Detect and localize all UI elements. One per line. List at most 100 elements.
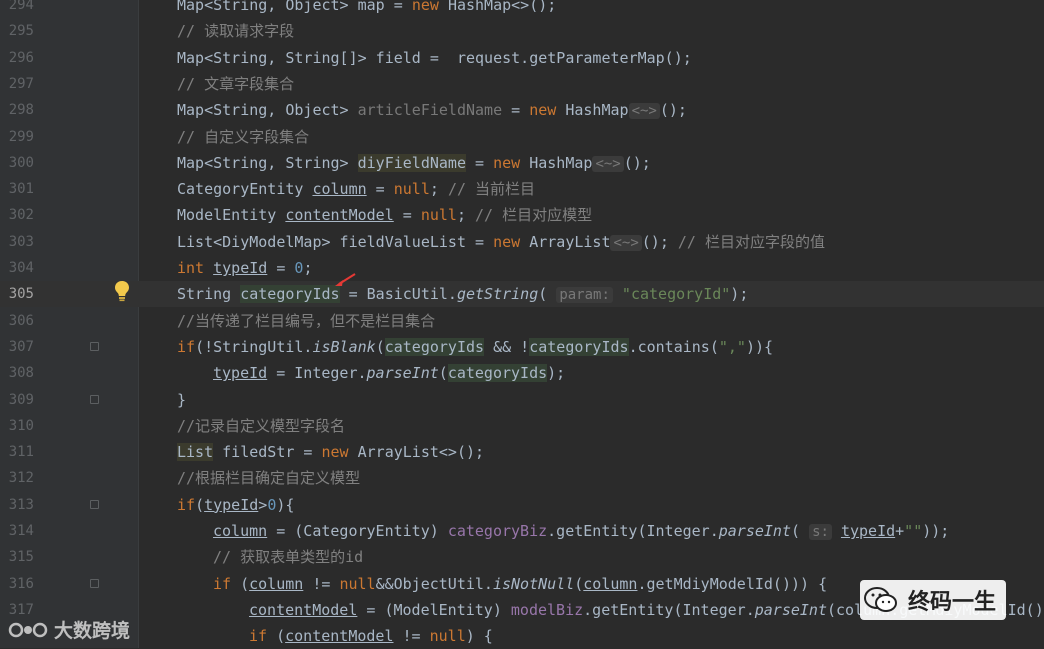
- line-number: 314: [8, 523, 34, 539]
- code-line[interactable]: 315 // 获取表单类型的id: [0, 544, 1044, 570]
- code-text: if (column != null&&ObjectUtil.isNotNull…: [213, 571, 827, 597]
- code-token: List: [177, 443, 214, 462]
- code-token: column: [213, 522, 268, 540]
- fold-marker-icon[interactable]: [90, 341, 99, 351]
- line-number: 297: [8, 75, 34, 92]
- code-text: Map<String, Object> map = new HashMap<>(…: [177, 0, 556, 18]
- code-token: (: [438, 364, 448, 383]
- code-token: .contains(: [628, 337, 719, 356]
- code-token: categoryIds: [240, 285, 340, 304]
- code-token: "categoryId": [612, 285, 731, 304]
- code-token: //根据栏目确定自定义模型: [177, 469, 361, 488]
- code-line[interactable]: 305 String categoryIds = BasicUtil.getStr…: [0, 281, 1044, 308]
- code-line[interactable]: 314 column = (CategoryEntity) categoryBiz…: [0, 518, 1044, 544]
- code-token: contentModel: [285, 627, 394, 646]
- code-text: String categoryIds = BasicUtil.getString…: [177, 281, 748, 308]
- code-token: Map<String, Object> map =: [177, 0, 412, 14]
- code-line[interactable]: 312 //根据栏目确定自定义模型: [0, 465, 1044, 491]
- code-text: // 自定义字段集合: [177, 124, 309, 150]
- code-line[interactable]: 308 typeId = Integer.parseInt(categoryIds…: [0, 360, 1044, 386]
- code-text: Map<String, String> diyFieldName = new H…: [177, 150, 651, 177]
- code-token: if: [177, 495, 196, 514]
- code-line[interactable]: 295 // 读取请求字段: [0, 18, 1044, 44]
- fold-marker-icon[interactable]: [90, 499, 99, 509]
- line-number: 305: [8, 286, 34, 303]
- code-token: //记录自定义模型字段名: [177, 416, 346, 435]
- code-token: Map<String, String[]> field = request.ge…: [177, 48, 692, 67]
- code-token: ));: [922, 522, 950, 540]
- code-token: ();: [641, 232, 678, 251]
- code-line[interactable]: 299 // 自定义字段集合: [0, 124, 1044, 150]
- code-token: column: [583, 574, 638, 593]
- code-line[interactable]: 298 Map<String, Object> articleFieldName …: [0, 97, 1044, 123]
- code-token: &&ObjectUtil.: [375, 574, 493, 593]
- code-token: ;: [429, 180, 448, 199]
- code-token: =: [366, 180, 394, 199]
- line-number: 316: [8, 575, 34, 592]
- fold-marker-icon[interactable]: [90, 578, 99, 588]
- code-token: ;: [303, 259, 322, 277]
- code-line[interactable]: 303 List<DiyModelMap> fieldValueList = ne…: [0, 229, 1044, 255]
- code-line[interactable]: 309}: [0, 387, 1044, 413]
- code-token: contentModel: [249, 600, 358, 619]
- code-token: // 自定义字段集合: [177, 127, 310, 146]
- code-token: HashMap: [565, 101, 629, 120]
- code-token: categoryIds: [447, 364, 548, 383]
- code-token: new: [529, 101, 566, 120]
- code-token: //当传递了栏目编号，但不是栏目集合: [177, 311, 436, 330]
- code-line[interactable]: 302 ModelEntity contentModel = null; // 栏…: [0, 202, 1044, 228]
- code-token: int: [177, 259, 214, 277]
- code-token: <~>: [628, 103, 660, 120]
- code-token: null: [429, 627, 466, 646]
- code-token: ();: [623, 153, 651, 172]
- line-number: 307: [8, 338, 34, 355]
- code-token: List<DiyModelMap> fieldValueList =: [177, 232, 494, 251]
- code-line[interactable]: 307 if(!StringUtil.isBlank(categoryIds &&…: [0, 334, 1044, 360]
- code-token: if: [249, 627, 277, 646]
- code-token: );: [547, 364, 566, 383]
- code-line[interactable]: 296 Map<String, String[]> field = request…: [0, 45, 1044, 71]
- code-line[interactable]: 300 Map<String, String> diyFieldName = ne…: [0, 150, 1044, 176]
- line-number: 306: [8, 312, 34, 329]
- code-token: isBlank: [312, 337, 376, 356]
- code-token: new: [493, 153, 530, 172]
- code-text: // 获取表单类型的id: [213, 544, 363, 570]
- watermark-logo-icon: [8, 622, 48, 637]
- wechat-badge: 终码一生: [860, 580, 1007, 620]
- code-line[interactable]: 311 List filedStr = new ArrayList<>();: [0, 439, 1044, 465]
- line-number: 295: [8, 23, 34, 40]
- code-text: typeId = Integer.parseInt(categoryIds);: [213, 360, 565, 386]
- line-number: 313: [8, 496, 34, 513]
- code-token: modelBiz: [510, 600, 584, 619]
- code-token: HashMap<>();: [447, 0, 557, 14]
- code-token: ArrayList: [529, 232, 611, 251]
- code-token: }: [177, 390, 187, 409]
- code-token: "": [904, 522, 923, 540]
- code-token: (!StringUtil.: [195, 337, 313, 356]
- code-token: CategoryEntity: [177, 180, 313, 199]
- code-text: int typeId = 0;: [177, 255, 322, 281]
- code-line[interactable]: 294 Map<String, Object> map = new HashMap…: [0, 0, 1044, 18]
- fold-marker-icon[interactable]: [90, 394, 99, 404]
- line-number: 304: [8, 260, 34, 276]
- code-token: getString: [456, 285, 539, 304]
- code-token: (: [375, 337, 385, 356]
- code-line[interactable]: 297 // 文章字段集合: [0, 71, 1044, 97]
- code-token: filedStr =: [213, 443, 322, 462]
- code-token: !=: [393, 627, 430, 646]
- code-token: = (CategoryEntity): [267, 522, 448, 540]
- code-text: if(typeId>0){: [177, 492, 294, 518]
- code-line[interactable]: 313 if(typeId>0){: [0, 492, 1044, 518]
- code-line[interactable]: 304 int typeId = 0;: [0, 255, 1044, 281]
- lightbulb-icon[interactable]: [113, 280, 131, 302]
- code-token: && !: [484, 337, 530, 356]
- code-line[interactable]: 306 //当传递了栏目编号，但不是栏目集合: [0, 308, 1044, 334]
- code-line[interactable]: if (contentModel != null) {: [0, 623, 1044, 649]
- code-token: typeId: [213, 259, 268, 277]
- code-token: =: [267, 259, 295, 277]
- code-token: 0: [267, 495, 277, 514]
- code-token: if: [213, 574, 241, 593]
- code-text: CategoryEntity column = null; // 当前栏目: [177, 176, 535, 202]
- code-line[interactable]: 310 //记录自定义模型字段名: [0, 413, 1044, 439]
- code-line[interactable]: 301 CategoryEntity column = null; // 当前栏目: [0, 176, 1044, 202]
